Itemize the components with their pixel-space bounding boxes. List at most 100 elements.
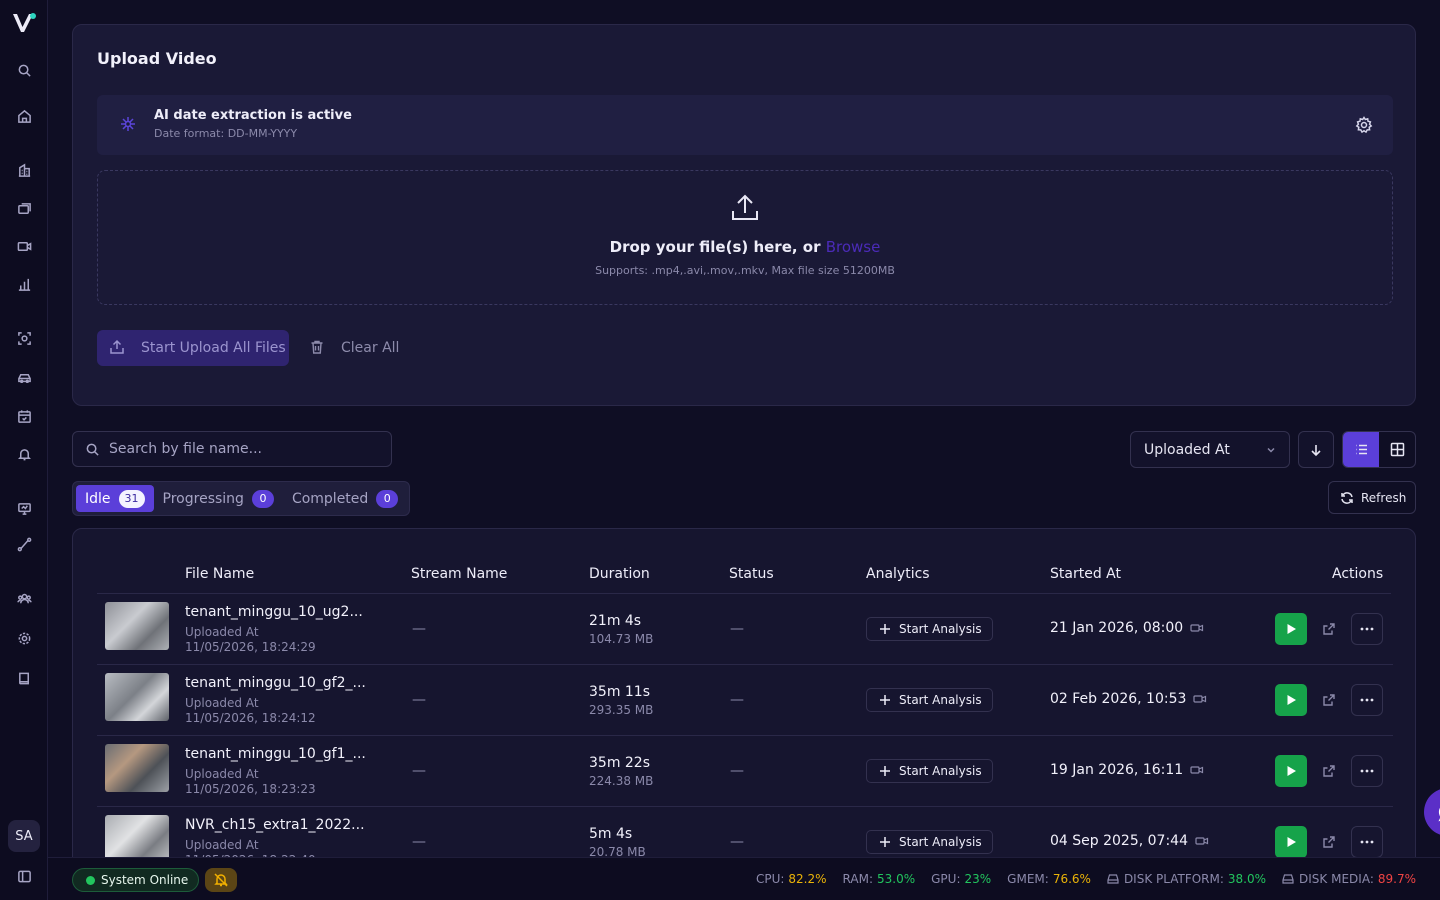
play-button[interactable] bbox=[1275, 755, 1307, 787]
column-header-stream-name[interactable]: Stream Name bbox=[411, 566, 507, 582]
sort-selected-value: Uploaded At bbox=[1144, 441, 1230, 458]
video-icon[interactable] bbox=[14, 236, 34, 256]
browse-link[interactable]: Browse bbox=[826, 238, 881, 256]
more-actions-button[interactable] bbox=[1351, 826, 1383, 857]
video-thumbnail[interactable] bbox=[105, 815, 169, 857]
search-icon[interactable] bbox=[14, 60, 34, 80]
more-actions-button[interactable] bbox=[1351, 755, 1383, 787]
ram-stat: RAM: 53.0% bbox=[843, 872, 916, 886]
file-name[interactable]: tenant_minggu_10_gf1_... bbox=[185, 746, 366, 762]
start-analysis-button[interactable]: Start Analysis bbox=[866, 759, 993, 783]
duration: 21m 4s bbox=[589, 613, 642, 629]
file-name[interactable]: NVR_ch15_extra1_2022... bbox=[185, 817, 365, 833]
file-name[interactable]: tenant_minggu_10_gf2_... bbox=[185, 675, 366, 691]
sort-select[interactable]: Uploaded At bbox=[1130, 431, 1290, 468]
disk-platform-label: DISK PLATFORM: bbox=[1123, 872, 1224, 886]
search-input[interactable] bbox=[109, 432, 379, 466]
clear-all-button[interactable]: Clear All bbox=[309, 330, 399, 366]
start-analysis-button[interactable]: Start Analysis bbox=[866, 617, 993, 641]
face-scan-icon[interactable] bbox=[14, 328, 34, 348]
search-box bbox=[72, 431, 392, 467]
list-icon bbox=[1355, 444, 1367, 455]
play-button[interactable] bbox=[1275, 613, 1307, 645]
avatar[interactable]: SA bbox=[8, 820, 40, 852]
disk-media-value: 89.7% bbox=[1377, 872, 1416, 886]
grid-icon bbox=[1390, 442, 1404, 457]
list-view-button[interactable] bbox=[1343, 432, 1379, 467]
users-icon[interactable] bbox=[14, 588, 34, 608]
arrow-down-icon bbox=[1311, 444, 1321, 456]
status: — bbox=[730, 834, 744, 850]
open-external-button[interactable] bbox=[1313, 755, 1345, 787]
trash-icon bbox=[311, 340, 323, 354]
dropzone-text: Drop your file(s) here, or Browse bbox=[98, 238, 1392, 256]
play-button[interactable] bbox=[1275, 684, 1307, 716]
refresh-button[interactable]: Refresh bbox=[1328, 481, 1416, 514]
camera-icon bbox=[1195, 837, 1209, 845]
column-header-status[interactable]: Status bbox=[729, 566, 774, 582]
chat-button[interactable] bbox=[1424, 788, 1440, 836]
view-toggle bbox=[1342, 431, 1416, 468]
video-thumbnail[interactable] bbox=[105, 744, 169, 792]
started-at-value: 02 Feb 2026, 10:53 bbox=[1050, 691, 1187, 707]
table-row[interactable]: tenant_minggu_10_gf1_... Uploaded At 11/05… bbox=[97, 736, 1393, 807]
book-icon[interactable] bbox=[14, 668, 34, 688]
chart-icon[interactable] bbox=[14, 274, 34, 294]
start-upload-button[interactable]: Start Upload All Files bbox=[97, 330, 289, 366]
sidebar: SA bbox=[0, 0, 48, 900]
home-icon[interactable] bbox=[14, 106, 34, 126]
notifications-muted-button[interactable] bbox=[205, 868, 237, 892]
building-icon[interactable] bbox=[14, 160, 34, 180]
tab-completed[interactable]: Completed 0 bbox=[283, 485, 407, 512]
stream-name: — bbox=[412, 763, 426, 779]
file-dropzone[interactable]: Drop your file(s) here, or Browse Suppor… bbox=[97, 170, 1393, 305]
more-actions-button[interactable] bbox=[1351, 613, 1383, 645]
bell-icon[interactable] bbox=[14, 444, 34, 464]
tab-idle[interactable]: Idle 31 bbox=[76, 485, 154, 512]
plus-icon bbox=[880, 695, 890, 705]
open-external-button[interactable] bbox=[1313, 684, 1345, 716]
disk-platform-value: 38.0% bbox=[1227, 872, 1267, 886]
plus-icon bbox=[880, 766, 890, 776]
route-icon[interactable] bbox=[14, 534, 34, 554]
cpu-label: CPU: bbox=[755, 872, 785, 886]
disk-media-stat: DISK MEDIA: 89.7% bbox=[1282, 872, 1416, 886]
table-row[interactable]: tenant_minggu_10_ug2... Uploaded At 11/05/… bbox=[97, 594, 1393, 665]
open-external-button[interactable] bbox=[1313, 826, 1345, 857]
column-header-analytics[interactable]: Analytics bbox=[866, 566, 930, 582]
settings-icon[interactable] bbox=[14, 628, 34, 648]
tab-label: Idle bbox=[85, 490, 111, 507]
chevron-down-icon bbox=[1267, 447, 1275, 453]
main-content: Upload Video AI date extraction is activ… bbox=[48, 0, 1440, 857]
tab-progressing[interactable]: Progressing 0 bbox=[154, 485, 283, 512]
ai-banner-subtitle: Date format: DD-MM-YYYY bbox=[154, 127, 298, 140]
app-logo[interactable] bbox=[11, 11, 37, 35]
column-header-started-at[interactable]: Started At bbox=[1050, 566, 1121, 582]
table-row[interactable]: tenant_minggu_10_gf2_... Uploaded At 11/05… bbox=[97, 665, 1393, 736]
stream-name: — bbox=[412, 621, 426, 637]
sidebar-toggle-icon[interactable] bbox=[14, 866, 34, 886]
duration: 5m 4s bbox=[589, 826, 633, 842]
table-row[interactable]: NVR_ch15_extra1_2022...Uploaded At11/05/… bbox=[97, 807, 1393, 857]
video-thumbnail[interactable] bbox=[105, 602, 169, 650]
open-external-button[interactable] bbox=[1313, 613, 1345, 645]
column-header-duration[interactable]: Duration bbox=[589, 566, 650, 582]
sort-direction-button[interactable] bbox=[1298, 431, 1334, 468]
video-thumbnail[interactable] bbox=[105, 673, 169, 721]
start-analysis-label: Start Analysis bbox=[899, 835, 982, 849]
calendar-icon[interactable] bbox=[14, 406, 34, 426]
layers-icon[interactable] bbox=[14, 198, 34, 218]
gear-icon[interactable] bbox=[1355, 116, 1373, 134]
start-analysis-button[interactable]: Start Analysis bbox=[866, 688, 993, 712]
play-button[interactable] bbox=[1275, 826, 1307, 857]
file-name[interactable]: tenant_minggu_10_ug2... bbox=[185, 604, 363, 620]
upload-card: Upload Video AI date extraction is activ… bbox=[72, 24, 1416, 406]
duration: 35m 11s bbox=[589, 684, 651, 700]
more-actions-button[interactable] bbox=[1351, 684, 1383, 716]
start-analysis-button[interactable]: Start Analysis bbox=[866, 830, 993, 854]
grid-view-button[interactable] bbox=[1379, 432, 1415, 467]
car-icon[interactable] bbox=[14, 368, 34, 388]
start-analysis-label: Start Analysis bbox=[899, 693, 982, 707]
monitor-icon[interactable] bbox=[14, 498, 34, 518]
column-header-file-name[interactable]: File Name bbox=[185, 566, 254, 582]
